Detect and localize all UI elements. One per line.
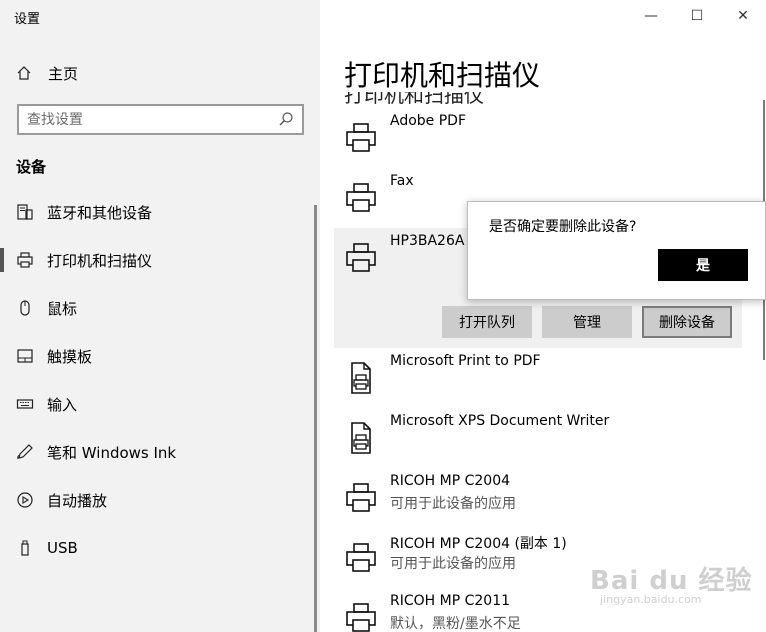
minimize-button[interactable]: — (636, 4, 666, 28)
search-box[interactable] (17, 104, 304, 135)
sidebar-item-touchpad[interactable]: 触摸板 (0, 336, 316, 376)
sidebar-item-autoplay[interactable]: 自动播放 (0, 480, 316, 520)
home-icon (16, 65, 34, 81)
sidebar-item-printers[interactable]: 打印机和扫描仪 (0, 240, 316, 280)
remove-device-button[interactable]: 删除设备 (642, 306, 732, 338)
autoplay-icon (16, 491, 34, 509)
sidebar-item-label: 蓝牙和其他设备 (47, 203, 153, 222)
bluetooth-devices-icon (16, 203, 34, 221)
sidebar-item-typing[interactable]: 输入 (0, 384, 316, 424)
printer-icon (344, 121, 378, 155)
keyboard-icon (16, 395, 34, 413)
touchpad-icon (16, 347, 34, 365)
printer-name: RICOH MP C2004 (副本 1) (390, 536, 567, 552)
section-subtitle: 打印机和扫描仪 (344, 92, 484, 106)
sidebar-item-pen[interactable]: 笔和 Windows Ink (0, 432, 316, 472)
main-scrollbar[interactable] (762, 0, 766, 632)
printer-icon (344, 541, 378, 575)
section-subtitle-clip: 打印机和扫描仪 (344, 92, 484, 106)
sidebar-item-label: 鼠标 (47, 299, 78, 318)
app-title: 设置 (14, 12, 41, 27)
printer-icon (344, 481, 378, 515)
sidebar-item-label: 输入 (47, 395, 78, 414)
close-button[interactable]: ✕ (728, 4, 758, 28)
printer-status: 可用于此设备的应用 (390, 556, 516, 572)
watermark-brand: Bai du 经验 (590, 566, 753, 596)
home-label: 主页 (48, 64, 79, 83)
printer-icon (344, 601, 378, 632)
sidebar-item-label: 笔和 Windows Ink (47, 443, 177, 462)
printer-name: Microsoft Print to PDF (390, 353, 541, 369)
sidebar-item-label: 自动播放 (47, 491, 108, 510)
sidebar-item-usb[interactable]: USB (0, 528, 316, 568)
document-printer-icon (344, 361, 378, 395)
sidebar-item-label: 触摸板 (47, 347, 93, 366)
printer-name: Microsoft XPS Document Writer (390, 413, 610, 429)
main-pane: — ☐ ✕ 打印机和扫描仪 打印机和扫描仪 Adobe PDF Fax HP3B… (320, 0, 766, 632)
watermark: Bai du 经验 jingyan.baidu.com (590, 560, 753, 606)
remove-confirmation-dialog: 是否确定要删除此设备? 是 (467, 201, 766, 300)
home-nav-item[interactable]: 主页 (16, 62, 78, 84)
search-input[interactable] (27, 110, 277, 130)
dialog-message: 是否确定要删除此设备? (489, 219, 637, 235)
sidebar-item-label: USB (47, 539, 78, 557)
search-icon[interactable] (278, 111, 294, 131)
sidebar-item-mouse[interactable]: 鼠标 (0, 288, 316, 328)
sidebar-item-label: 打印机和扫描仪 (47, 251, 153, 270)
printer-status: 默认，黑粉/墨水不足 (390, 616, 521, 632)
mouse-icon (16, 299, 34, 317)
printer-name: Adobe PDF (390, 113, 467, 129)
confirm-yes-button[interactable]: 是 (658, 249, 748, 281)
printer-name: RICOH MP C2004 (390, 473, 511, 489)
manage-button[interactable]: 管理 (542, 306, 632, 338)
page-title: 打印机和扫描仪 (344, 59, 541, 92)
printer-name: RICOH MP C2011 (390, 593, 511, 609)
printer-icon (344, 241, 378, 275)
settings-sidebar: 设置 主页 设备 蓝牙和其他设备 打印机和扫描仪 鼠标 触摸板 (0, 0, 320, 632)
section-heading: 设备 (16, 158, 47, 176)
printer-name: HP3BA26A ( (390, 233, 475, 249)
maximize-button[interactable]: ☐ (682, 4, 712, 28)
document-printer-icon (344, 421, 378, 455)
printer-name: Fax (390, 173, 414, 189)
printer-status: 可用于此设备的应用 (390, 496, 516, 512)
pen-icon (16, 443, 34, 461)
open-queue-button[interactable]: 打开队列 (442, 306, 532, 338)
sidebar-scrollbar[interactable] (314, 205, 317, 632)
printer-icon (344, 181, 378, 215)
usb-icon (16, 539, 34, 557)
printer-icon (16, 251, 34, 269)
sidebar-item-bluetooth[interactable]: 蓝牙和其他设备 (0, 192, 316, 232)
